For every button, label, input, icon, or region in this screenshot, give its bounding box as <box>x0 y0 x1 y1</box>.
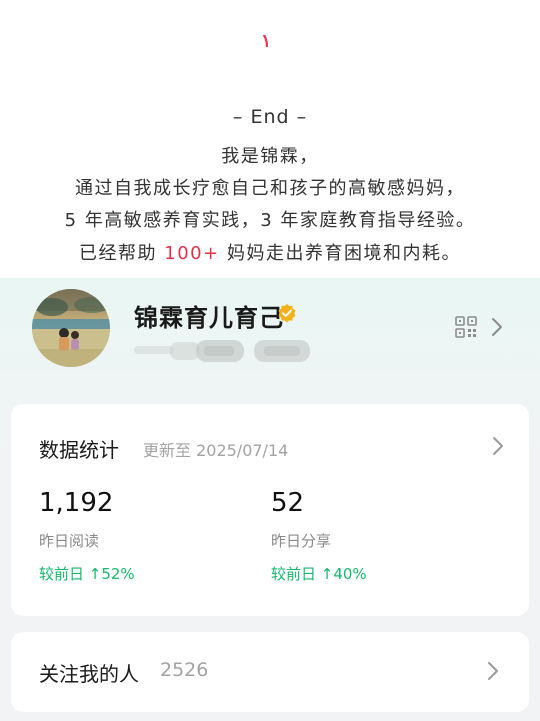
decorative-red-mark <box>263 35 268 47</box>
qr-code-icon[interactable] <box>455 316 477 338</box>
verified-badge-icon <box>278 304 296 323</box>
stats-card[interactable]: 数据统计 更新至 2025/07/14 1,192 昨日阅读 较前日 ↑52% … <box>11 404 529 616</box>
bio-line-3: 5 年高敏感养育实践，3 年家庭教育指导经验。 <box>64 210 476 231</box>
chevron-right-icon[interactable] <box>491 317 503 337</box>
bio-line-4-prefix: 已经帮助 <box>79 243 165 264</box>
stats-chevron-right-icon[interactable] <box>492 436 504 456</box>
stats-title: 数据统计 <box>39 438 119 462</box>
followers-label: 关注我的人 <box>39 662 139 686</box>
bio-line-1: 我是锦霖， <box>221 146 319 167</box>
followers-count: 2526 <box>160 659 209 681</box>
metric-reads-change: 较前日 ↑52% <box>39 565 135 583</box>
metric-shares-label: 昨日分享 <box>271 532 332 550</box>
bio-line-4: 已经帮助 100+ 妈妈走出养育困境和内耗。 <box>0 239 540 265</box>
followers-card[interactable]: 关注我的人 2526 <box>11 632 529 712</box>
bio-highlight-count: 100+ <box>164 243 220 264</box>
blurred-account-subtitle <box>134 340 310 362</box>
bio-line-2: 通过自我成长疗愈自己和孩子的高敏感妈妈， <box>75 178 465 199</box>
metric-reads-value: 1,192 <box>39 488 114 518</box>
account-name[interactable]: 锦霖育儿育己 <box>134 298 284 333</box>
avatar[interactable] <box>32 289 110 367</box>
metric-shares-change: 较前日 ↑40% <box>271 565 367 583</box>
followers-chevron-right-icon[interactable] <box>487 661 499 681</box>
end-marker: – End – <box>232 106 308 128</box>
metric-shares-value: 52 <box>271 488 305 518</box>
article-end-section: – End – 我是锦霖， 通过自我成长疗愈自己和孩子的高敏感妈妈， 5 年高敏… <box>0 0 540 278</box>
bio-line-4-suffix: 妈妈走出养育困境和内耗。 <box>219 243 461 264</box>
metric-reads-label: 昨日阅读 <box>39 532 100 550</box>
stats-updated-date: 更新至 2025/07/14 <box>143 441 289 460</box>
